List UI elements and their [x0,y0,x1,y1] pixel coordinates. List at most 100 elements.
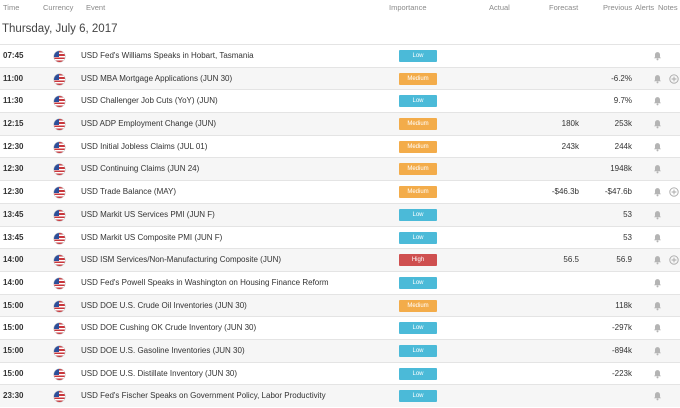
table-row[interactable]: 07:45 USD Fed's Williams Speaks in Hobart… [0,44,680,67]
event-time: 13:45 [3,232,24,242]
add-note-icon[interactable] [669,255,679,265]
table-row[interactable]: 13:45 USD Markit US Services PMI (JUN F) L… [0,202,680,226]
header-importance[interactable]: Importance [389,3,427,12]
header-forecast[interactable]: Forecast [549,3,578,12]
bell-icon[interactable] [653,210,662,220]
bell-icon[interactable] [653,255,662,265]
table-row[interactable]: 12:30 USD Trade Balance (MAY) Medium -$46.3… [0,180,680,203]
forecast-value: 180k [561,119,579,129]
table-row[interactable]: 13:45 USD Markit US Composite PMI (JUN F)… [0,225,680,249]
previous-value: -894k [611,345,632,355]
bell-icon[interactable] [653,369,662,379]
add-note-icon[interactable] [669,187,679,197]
event-time: 12:30 [3,187,24,197]
us-flag-icon [54,141,65,153]
table-row[interactable]: 14:00 USD ISM Services/Non-Manufacturing … [0,248,680,271]
bell-icon[interactable] [653,51,662,61]
header-time[interactable]: Time [3,3,19,12]
forecast-value: -$46.3b [551,187,579,197]
bell-icon[interactable] [653,164,662,174]
event-name[interactable]: USD Fed's Fischer Speaks on Government P… [81,391,326,400]
table-header: Time Currency Event Importance Actual Fo… [0,0,680,16]
header-previous[interactable]: Previous [603,3,632,12]
previous-value: 118k [615,300,632,310]
table-row[interactable]: 14:00 USD Fed's Powell Speaks in Washingt… [0,270,680,294]
us-flag-icon [54,323,65,335]
event-name[interactable]: USD Markit US Services PMI (JUN F) [81,210,215,219]
bell-icon[interactable] [653,391,662,401]
header-event[interactable]: Event [86,3,105,12]
importance-badge: Low [399,344,437,357]
us-flag-icon [54,119,65,131]
event-name[interactable]: USD DOE Cushing OK Crude Inventory (JUN … [81,323,256,332]
event-time: 12:30 [3,164,24,174]
event-name[interactable]: USD Continuing Claims (JUN 24) [81,164,199,173]
event-name[interactable]: USD Fed's Powell Speaks in Washington on… [81,278,329,287]
event-time: 14:00 [3,255,24,265]
importance-badge: Medium [399,72,437,85]
bell-icon[interactable] [653,301,662,311]
previous-value: 56.9 [616,255,632,265]
header-currency[interactable]: Currency [43,3,73,12]
importance-badge: Low [399,231,437,244]
bell-icon[interactable] [653,74,662,84]
events-table: 07:45 USD Fed's Williams Speaks in Hobart… [0,44,680,407]
bell-icon[interactable] [653,233,662,243]
bell-icon[interactable] [653,142,662,152]
header-actual[interactable]: Actual [489,3,510,12]
importance-badge: Medium [399,163,437,176]
event-name[interactable]: USD Trade Balance (MAY) [81,187,176,196]
bell-icon[interactable] [653,187,662,197]
event-name[interactable]: USD ISM Services/Non-Manufacturing Compo… [81,255,281,264]
event-name[interactable]: USD DOE U.S. Gasoline Inventories (JUN 3… [81,346,245,355]
bell-icon[interactable] [653,119,662,129]
event-name[interactable]: USD Markit US Composite PMI (JUN F) [81,233,222,242]
event-name[interactable]: USD DOE U.S. Distillate Inventory (JUN 3… [81,369,237,378]
table-row[interactable]: 15:00 USD DOE U.S. Crude Oil Inventories … [0,293,680,317]
event-time: 13:45 [3,209,24,219]
event-name[interactable]: USD MBA Mortgage Applications (JUN 30) [81,74,232,83]
importance-badge: Low [399,50,437,62]
table-row[interactable]: 12:15 USD ADP Employment Change (JUN) Medi… [0,112,680,135]
event-time: 14:00 [3,277,24,287]
event-time: 15:00 [3,300,24,310]
previous-value: 253k [614,119,632,129]
table-row[interactable]: 11:00 USD MBA Mortgage Applications (JUN … [0,66,680,90]
table-row[interactable]: 12:30 USD Continuing Claims (JUN 24) Mediu… [0,157,680,181]
importance-badge: Low [399,208,437,221]
importance-badge: Low [399,322,437,335]
table-row[interactable]: 23:30 USD Fed's Fischer Speaks on Governm… [0,384,680,407]
table-row[interactable]: 15:00 USD DOE U.S. Gasoline Inventories (… [0,338,680,362]
header-notes[interactable]: Notes [658,3,678,12]
event-time: 07:45 [3,51,24,60]
event-name[interactable]: USD Fed's Williams Speaks in Hobart, Tas… [81,51,254,60]
us-flag-icon [54,51,65,62]
previous-value: -$47.6b [604,187,632,197]
header-alerts[interactable]: Alerts [635,3,654,12]
table-row[interactable]: 15:00 USD DOE Cushing OK Crude Inventory … [0,316,680,339]
us-flag-icon [54,73,65,85]
importance-badge: Medium [399,186,437,199]
table-row[interactable]: 11:30 USD Challenger Job Cuts (YoY) (JUN)… [0,89,680,112]
us-flag-icon [54,255,65,267]
bell-icon[interactable] [653,278,662,288]
event-name[interactable]: USD Initial Jobless Claims (JUL 01) [81,142,207,151]
us-flag-icon [54,277,65,289]
event-time: 15:00 [3,368,24,378]
us-flag-icon [54,345,65,357]
importance-badge: Low [399,95,437,108]
table-row[interactable]: 12:30 USD Initial Jobless Claims (JUL 01)… [0,134,680,158]
add-note-icon[interactable] [669,74,679,84]
bell-icon[interactable] [653,323,662,333]
event-name[interactable]: USD Challenger Job Cuts (YoY) (JUN) [81,96,218,105]
bell-icon[interactable] [653,346,662,356]
table-row[interactable]: 15:00 USD DOE U.S. Distillate Inventory (… [0,361,680,385]
event-name[interactable]: USD DOE U.S. Crude Oil Inventories (JUN … [81,301,247,310]
importance-badge: Medium [399,118,437,131]
previous-value: 244k [614,141,632,151]
us-flag-icon [54,96,65,108]
us-flag-icon [54,232,65,244]
event-name[interactable]: USD ADP Employment Change (JUN) [81,119,216,128]
bell-icon[interactable] [653,96,662,106]
us-flag-icon [54,187,65,199]
